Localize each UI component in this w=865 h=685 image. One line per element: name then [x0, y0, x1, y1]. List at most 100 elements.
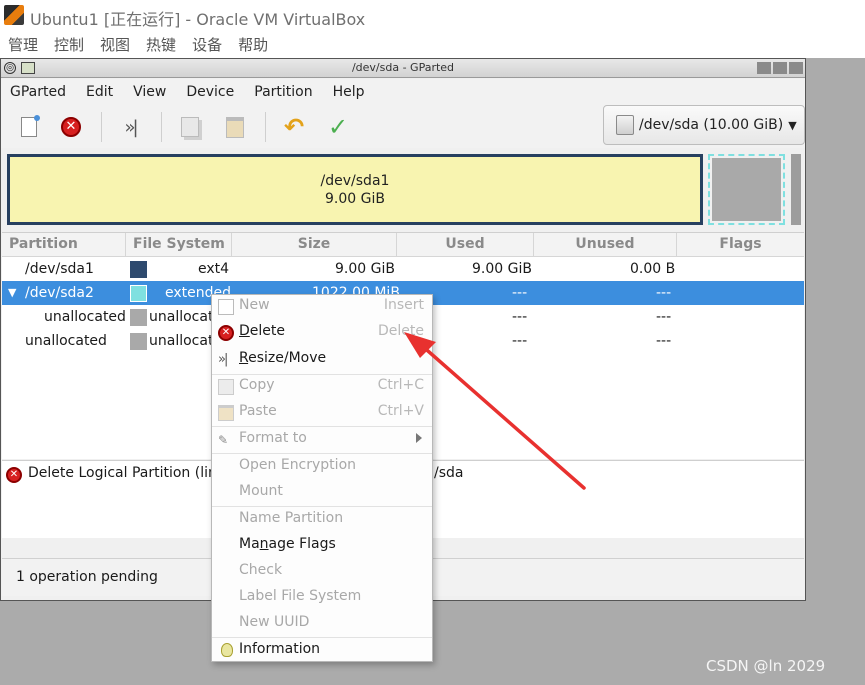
- menu-help[interactable]: Help: [333, 84, 365, 100]
- menu-item-delete[interactable]: ✕ Delete Delete: [212, 321, 432, 345]
- row-partition: unallocated: [25, 333, 107, 349]
- menu-separator: [212, 637, 432, 638]
- graph-partition-size: 9.00 GiB: [325, 190, 385, 207]
- menu-device[interactable]: Device: [186, 84, 234, 100]
- menu-item-label: Check: [239, 562, 283, 578]
- chevron-down-icon: ▼: [788, 118, 797, 132]
- menu-accelerator: Ctrl+C: [377, 377, 424, 393]
- row-partition: unallocated: [44, 309, 126, 325]
- copy-button[interactable]: [177, 114, 203, 140]
- new-partition-button[interactable]: [16, 114, 42, 140]
- partition-graph-sda1[interactable]: /dev/sda1 9.00 GiB: [7, 154, 703, 225]
- menu-item-label: Name Partition: [239, 510, 344, 526]
- paste-button[interactable]: [222, 114, 248, 140]
- device-selector-label: /dev/sda (10.00 GiB): [639, 117, 784, 133]
- host-titlebar: Ubuntu1 [正在运行] - Oracle VM VirtualBox: [0, 0, 865, 31]
- menu-item-copy[interactable]: Copy Ctrl+C: [212, 375, 432, 399]
- column-unused[interactable]: Unused: [534, 233, 677, 257]
- menu-item-label: Format to: [239, 430, 307, 446]
- apply-icon: ✓: [327, 113, 349, 141]
- menu-item-check[interactable]: Check: [212, 560, 432, 584]
- toolbar-separator: [101, 112, 102, 142]
- resize-move-button[interactable]: »|: [117, 114, 143, 140]
- table-row[interactable]: /dev/sda1 ext4 9.00 GiB 9.00 GiB 0.00 B: [2, 257, 804, 281]
- menu-accelerator: Insert: [383, 297, 424, 313]
- partition-graph-unallocated[interactable]: [712, 158, 781, 221]
- menu-item-name-partition[interactable]: Name Partition: [212, 508, 432, 532]
- row-used: ---: [512, 309, 528, 325]
- gparted-menubar: GParted Edit View Device Partition Help: [1, 79, 805, 104]
- disk-icon: [616, 115, 634, 135]
- menu-gparted[interactable]: GParted: [10, 84, 66, 100]
- row-used: ---: [512, 285, 528, 301]
- row-unused: ---: [656, 285, 672, 301]
- host-menu-view[interactable]: 视图: [100, 34, 130, 55]
- mnemonic: n: [259, 536, 269, 552]
- pending-operation-text: Delete Logical Partition (lin: [28, 465, 217, 481]
- label-pre: Ma: [239, 536, 260, 552]
- table-header: Partition File System Size Used Unused F…: [2, 233, 804, 257]
- menu-item-label: Copy: [239, 377, 275, 393]
- filesystem-color-swatch: [130, 309, 147, 326]
- undo-button[interactable]: ↶: [281, 113, 307, 141]
- menu-separator: [212, 506, 432, 507]
- delete-partition-button[interactable]: ✕: [58, 114, 84, 140]
- menu-item-new-uuid[interactable]: New UUID: [212, 612, 432, 636]
- mnemonic: R: [239, 350, 249, 366]
- row-used: 9.00 GiB: [472, 261, 532, 277]
- menu-item-paste[interactable]: Paste Ctrl+V: [212, 401, 432, 425]
- menu-accelerator: Ctrl+V: [377, 403, 424, 419]
- maximize-button[interactable]: [773, 62, 787, 74]
- menu-partition[interactable]: Partition: [254, 84, 312, 100]
- menu-item-manage-flags[interactable]: Manage Flags: [212, 534, 432, 558]
- watermark: CSDN @ln 2029: [706, 657, 826, 675]
- device-selector[interactable]: /dev/sda (10.00 GiB) ▼: [603, 105, 805, 145]
- column-partition[interactable]: Partition: [2, 233, 126, 257]
- undo-icon: ↶: [283, 113, 305, 141]
- row-partition: /dev/sda1: [25, 261, 94, 277]
- menu-item-label: Resize/Move: [239, 350, 326, 366]
- menu-item-open-encryption[interactable]: Open Encryption: [212, 455, 432, 479]
- column-filesystem[interactable]: File System: [126, 233, 232, 257]
- menu-item-label: Paste: [239, 403, 277, 419]
- host-menu-help[interactable]: 帮助: [238, 34, 268, 55]
- host-menu-control[interactable]: 控制: [54, 34, 84, 55]
- resize-move-icon: »|: [124, 116, 138, 138]
- paste-icon: [226, 116, 244, 138]
- new-icon: [218, 299, 234, 315]
- virtualbox-logo-icon: [4, 5, 24, 25]
- graph-partition-name: /dev/sda1: [320, 172, 390, 189]
- column-used[interactable]: Used: [397, 233, 534, 257]
- menu-edit[interactable]: Edit: [86, 84, 113, 100]
- close-button[interactable]: [789, 62, 803, 74]
- graph-scrollbar[interactable]: [791, 154, 801, 225]
- menu-view[interactable]: View: [133, 84, 166, 100]
- pending-operation-text-tail: /sda: [434, 465, 464, 481]
- copy-icon: [181, 117, 199, 137]
- host-menu-devices[interactable]: 设备: [192, 34, 222, 55]
- menu-item-information[interactable]: Information: [212, 639, 432, 663]
- filesystem-color-swatch: [130, 285, 147, 302]
- host-menu-manage[interactable]: 管理: [8, 34, 38, 55]
- menu-item-new[interactable]: New Insert: [212, 295, 432, 319]
- delete-icon: ✕: [218, 325, 234, 341]
- partition-graph-extended[interactable]: [708, 154, 785, 225]
- menu-item-resize-move[interactable]: »| Resize/Move: [212, 348, 432, 372]
- host-menu-hotkeys[interactable]: 热键: [146, 34, 176, 55]
- resize-move-icon: »|: [218, 352, 228, 367]
- label-rest: age Flags: [268, 536, 336, 552]
- menu-item-mount[interactable]: Mount: [212, 481, 432, 505]
- menu-item-format-to[interactable]: ✎ Format to: [212, 428, 432, 452]
- column-size[interactable]: Size: [232, 233, 397, 257]
- copy-icon: [218, 379, 234, 395]
- minimize-button[interactable]: [757, 62, 771, 74]
- menu-item-label-file-system[interactable]: Label File System: [212, 586, 432, 610]
- row-filesystem: ext4: [198, 261, 230, 277]
- host-window-title: Ubuntu1 [正在运行] - Oracle VM VirtualBox: [30, 10, 366, 29]
- column-flags[interactable]: Flags: [677, 233, 804, 257]
- mnemonic: D: [239, 323, 250, 339]
- apply-button[interactable]: ✓: [325, 113, 351, 141]
- status-text: 1 operation pending: [16, 569, 158, 585]
- expander-down-icon[interactable]: ▼: [8, 281, 16, 305]
- menu-item-label: Label File System: [239, 588, 362, 604]
